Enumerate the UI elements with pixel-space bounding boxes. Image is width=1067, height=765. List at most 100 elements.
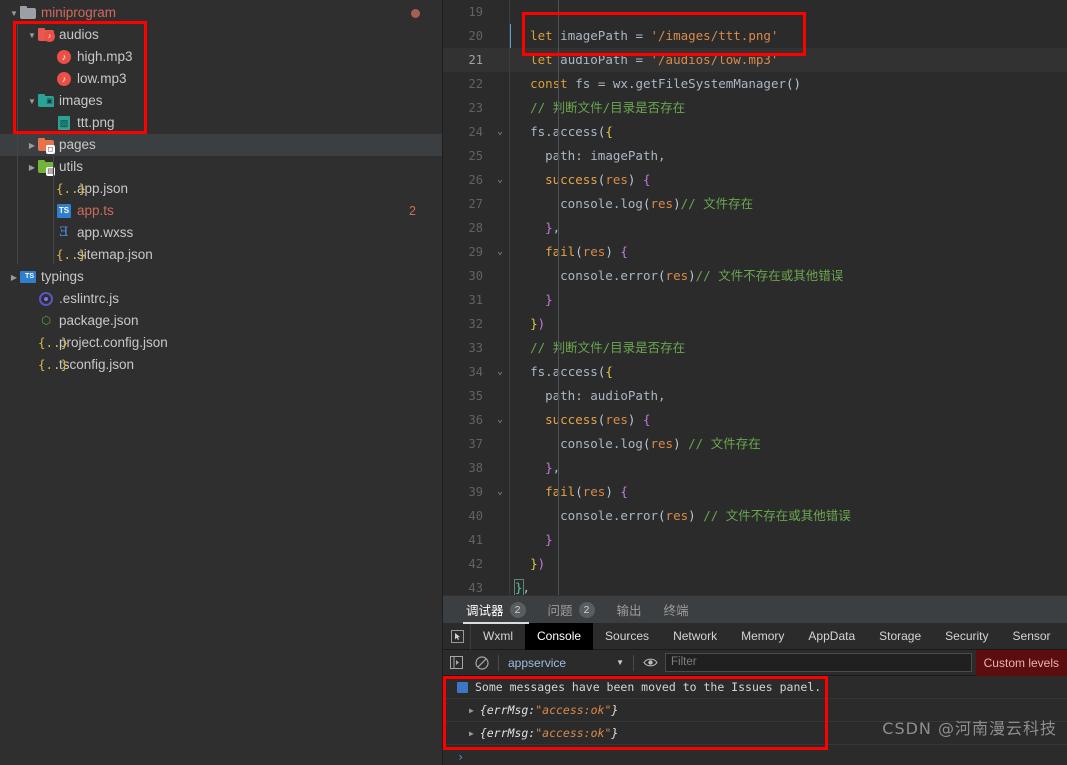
fold-toggle-icon[interactable]: ⌄: [491, 408, 509, 432]
tree-item-tsconfig-json[interactable]: {..}tsconfig.json: [0, 354, 442, 376]
fold-toggle-icon[interactable]: ⌄: [491, 120, 509, 144]
line-number: 37: [443, 432, 491, 456]
code-line-25[interactable]: 25 path: imagePath,: [443, 144, 1067, 168]
code-line-43[interactable]: 43},: [443, 576, 1067, 595]
code-line-27[interactable]: 27 console.log(res)// 文件存在: [443, 192, 1067, 216]
devtools-tab-sensor[interactable]: Sensor: [1001, 623, 1063, 650]
tree-item-app-ts[interactable]: TSapp.ts2: [0, 200, 442, 222]
panel-tab-输出[interactable]: 输出: [606, 596, 653, 624]
tree-item-high-mp3[interactable]: ♪high.mp3: [0, 46, 442, 68]
console-row[interactable]: ▶{errMsg: "access:ok"}: [443, 722, 1067, 745]
code-line-32[interactable]: 32 }): [443, 312, 1067, 336]
code-line-31[interactable]: 31 }: [443, 288, 1067, 312]
code-line-38[interactable]: 38 },: [443, 456, 1067, 480]
panel-tab-问题[interactable]: 问题2: [537, 596, 606, 624]
disclosure-triangle-icon[interactable]: ▶: [8, 266, 20, 288]
devtools-tab-storage[interactable]: Storage: [867, 623, 933, 650]
tree-item-project-config-json[interactable]: {..}project.config.json: [0, 332, 442, 354]
panel-tab-label: 输出: [617, 600, 642, 619]
code-editor[interactable]: 1920 let imagePath = '/images/ttt.png'21…: [443, 0, 1067, 595]
line-number: 27: [443, 192, 491, 216]
panel-tab-终端[interactable]: 终端: [653, 596, 700, 624]
console-input-row[interactable]: ›: [443, 745, 1067, 765]
code-line-41[interactable]: 41 }: [443, 528, 1067, 552]
tree-item-miniprogram[interactable]: ▼miniprogram: [0, 2, 442, 24]
line-number: 36: [443, 408, 491, 432]
tree-item-app-wxss[interactable]: Ǝapp.wxss: [0, 222, 442, 244]
fold-toggle-icon[interactable]: ⌄: [491, 480, 509, 504]
fold-toggle-icon[interactable]: ⌄: [491, 360, 509, 384]
panel-tab-bar[interactable]: 调试器2问题2 输出终端: [443, 595, 1067, 623]
line-number: 28: [443, 216, 491, 240]
devtools-tab-console[interactable]: Console: [525, 623, 593, 650]
tree-item-low-mp3[interactable]: ♪low.mp3: [0, 68, 442, 90]
code-line-40[interactable]: 40 console.error(res) // 文件不存在或其他错误: [443, 504, 1067, 528]
tree-item-package-json[interactable]: ⬡package.json: [0, 310, 442, 332]
expand-triangle-icon[interactable]: ▶: [469, 706, 474, 715]
tree-item-pages[interactable]: ▶◻pages: [0, 134, 442, 156]
tree-item-sitemap-json[interactable]: {..}sitemap.json: [0, 244, 442, 266]
code-line-26[interactable]: 26⌄ success(res) {: [443, 168, 1067, 192]
fold-toggle-icon[interactable]: ⌄: [491, 168, 509, 192]
code-line-30[interactable]: 30 console.error(res)// 文件不存在或其他错误: [443, 264, 1067, 288]
devtools-tab-sources[interactable]: Sources: [593, 623, 661, 650]
devtools-tab-wxml[interactable]: Wxml: [471, 623, 525, 650]
disclosure-triangle-icon[interactable]: ▶: [26, 134, 38, 156]
tree-item-label: .eslintrc.js: [59, 288, 119, 310]
clear-console-icon[interactable]: [469, 650, 495, 676]
code-line-29[interactable]: 29⌄ fail(res) {: [443, 240, 1067, 264]
disclosure-triangle-icon[interactable]: ▼: [26, 90, 38, 112]
code-line-39[interactable]: 39⌄ fail(res) {: [443, 480, 1067, 504]
devtools-tab-bar[interactable]: WxmlConsoleSourcesNetworkMemoryAppDataSt…: [443, 623, 1067, 650]
code-line-42[interactable]: 42 }): [443, 552, 1067, 576]
tree-item-ttt-png[interactable]: ▨ttt.png: [0, 112, 442, 134]
expand-triangle-icon[interactable]: ▶: [469, 729, 474, 738]
disclosure-triangle-icon[interactable]: ▶: [26, 156, 38, 178]
code-line-20[interactable]: 20 let imagePath = '/images/ttt.png': [443, 24, 1067, 48]
disclosure-triangle-icon[interactable]: ▼: [26, 24, 38, 46]
tree-item-utils[interactable]: ▶▤utils: [0, 156, 442, 178]
devtools-tab-appdata[interactable]: AppData: [796, 623, 867, 650]
custom-levels-badge[interactable]: Custom levels: [976, 650, 1067, 676]
tree-item-audios[interactable]: ▼♪audios: [0, 24, 442, 46]
code-text: },: [509, 576, 530, 595]
tree-item-images[interactable]: ▼▣images: [0, 90, 442, 112]
code-line-23[interactable]: 23 // 判断文件/目录是否存在: [443, 96, 1067, 120]
panel-tab-调试器[interactable]: 调试器2: [455, 596, 537, 624]
console-sidebar-toggle-icon[interactable]: [443, 650, 469, 676]
code-line-21[interactable]: 21 let audioPath = '/audios/low.mp3': [443, 48, 1067, 72]
line-number: 24: [443, 120, 491, 144]
code-line-28[interactable]: 28 },: [443, 216, 1067, 240]
code-line-24[interactable]: 24⌄ fs.access({: [443, 120, 1067, 144]
devtools-tab-network[interactable]: Network: [661, 623, 729, 650]
code-line-36[interactable]: 36⌄ success(res) {: [443, 408, 1067, 432]
fold-toggle-icon[interactable]: ⌄: [491, 240, 509, 264]
code-text: console.log(res)// 文件存在: [509, 192, 753, 216]
caret-indicator: [510, 24, 511, 48]
code-line-33[interactable]: 33 // 判断文件/目录是否存在: [443, 336, 1067, 360]
console-output[interactable]: Some messages have been moved to the Iss…: [443, 676, 1067, 765]
devtools-tab-memory[interactable]: Memory: [729, 623, 796, 650]
tree-item--eslintrc-js[interactable]: .eslintrc.js: [0, 288, 442, 310]
tree-item-typings[interactable]: ▶TStypings: [0, 266, 442, 288]
console-row[interactable]: Some messages have been moved to the Iss…: [443, 676, 1067, 699]
toolbar-divider-2: [633, 655, 634, 671]
code-line-34[interactable]: 34⌄ fs.access({: [443, 360, 1067, 384]
code-text: fail(res) {: [509, 480, 628, 504]
line-number: 26: [443, 168, 491, 192]
console-toolbar[interactable]: appservice ▼ Filter Custom levels: [443, 650, 1067, 676]
tree-item-label: utils: [59, 156, 83, 178]
code-line-19[interactable]: 19: [443, 0, 1067, 24]
console-context-selector[interactable]: appservice ▼: [502, 652, 630, 674]
console-filter-input[interactable]: Filter: [665, 653, 972, 672]
code-line-22[interactable]: 22 const fs = wx.getFileSystemManager(): [443, 72, 1067, 96]
inspect-cursor-icon[interactable]: [445, 623, 471, 650]
live-expression-eye-icon[interactable]: [637, 650, 663, 676]
console-row[interactable]: ▶{errMsg: "access:ok"}: [443, 699, 1067, 722]
disclosure-triangle-icon[interactable]: ▼: [8, 2, 20, 24]
file-tree[interactable]: ▼miniprogram▼♪audios♪high.mp3♪low.mp3▼▣i…: [0, 0, 442, 376]
code-line-35[interactable]: 35 path: audioPath,: [443, 384, 1067, 408]
tree-item-app-json[interactable]: {..}app.json: [0, 178, 442, 200]
code-line-37[interactable]: 37 console.log(res) // 文件存在: [443, 432, 1067, 456]
devtools-tab-security[interactable]: Security: [933, 623, 1000, 650]
